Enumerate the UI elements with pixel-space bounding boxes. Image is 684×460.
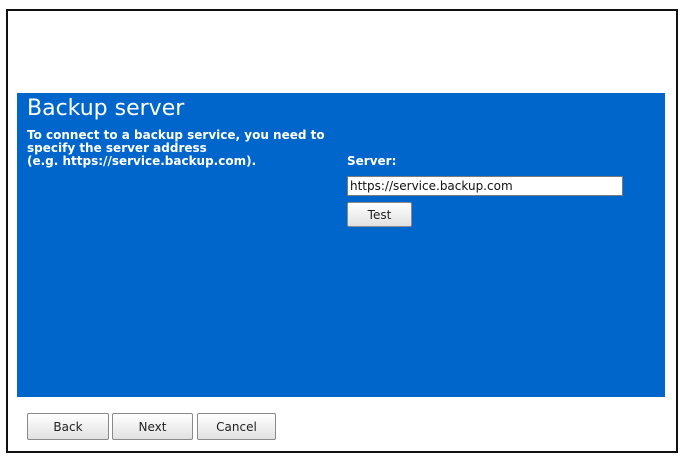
next-button[interactable]: Next [112, 413, 193, 440]
description-line-3: (e.g. https://service.backup.com). [27, 154, 257, 168]
back-button[interactable]: Back [27, 413, 109, 440]
cancel-button[interactable]: Cancel [197, 413, 276, 440]
backup-server-panel: Backup server To connect to a backup ser… [17, 93, 665, 397]
panel-title: Backup server [27, 96, 185, 121]
server-input[interactable] [347, 176, 623, 196]
description-text: To connect to a backup service, you need… [27, 129, 347, 168]
server-label: Server: [347, 154, 397, 168]
dialog-frame: Backup server To connect to a backup ser… [6, 9, 678, 453]
test-button[interactable]: Test [347, 202, 412, 227]
